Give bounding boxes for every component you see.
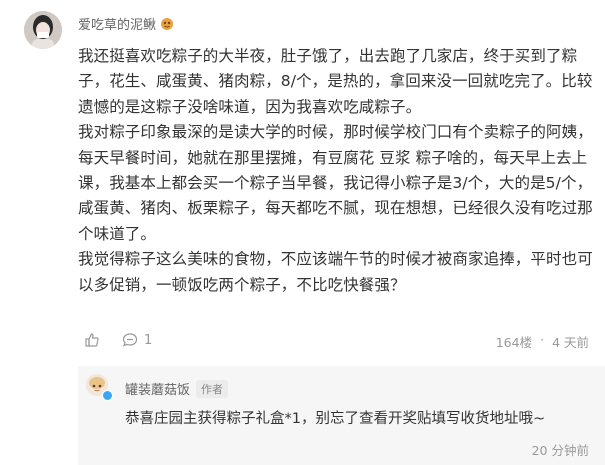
reply-count: 1 [144, 332, 153, 348]
reply-user-row: 罐装蘑菇饭 作者 [125, 379, 229, 398]
like-button[interactable] [84, 332, 100, 348]
comment-actions: 1 [84, 332, 152, 348]
user-badge-icon [161, 17, 174, 30]
reply-username[interactable]: 罐装蘑菇饭 [125, 379, 190, 398]
reply-text: 恭喜庄园主获得粽子礼盒*1，别忘了查看开奖贴填写收货地址哦~ [125, 411, 546, 427]
meta-separator: · [540, 332, 545, 347]
avatar-image [24, 11, 62, 49]
comment-meta: 164楼 · 4 天前 [496, 332, 589, 351]
thumbs-up-icon [85, 333, 99, 347]
verified-badge-icon [102, 390, 113, 401]
comment-paragraph: 我觉得粽子这么美味的食物，不应该端午节的时候才被商家追捧，平时也可以多促销，一顿… [78, 250, 593, 294]
comment-body: 我还挺喜欢吃粽子的大半夜，肚子饿了，出去跑了几家店，终于买到了粽子，花生、咸蛋黄… [78, 44, 598, 298]
commenter-name[interactable]: 爱吃草的泥鳅 [78, 14, 156, 33]
reply-button[interactable]: 1 [122, 332, 152, 348]
comment-icon [122, 333, 138, 347]
comment-time: 4 天前 [552, 335, 589, 350]
commenter-name-row: 爱吃草的泥鳅 [78, 14, 174, 33]
commenter-avatar[interactable] [24, 11, 62, 49]
reply-time: 20 分钟前 [531, 443, 589, 458]
comment-paragraph: 我对粽子印象最深的是读大学的时候，那时候学校门口有个卖粽子的阿姨，每天早餐时间，… [78, 123, 593, 243]
floor-number: 164楼 [495, 335, 533, 350]
comment-paragraph: 我还挺喜欢吃粽子的大半夜，肚子饿了，出去跑了几家店，终于买到了粽子，花生、咸蛋黄… [78, 47, 593, 116]
author-badge: 作者 [196, 379, 229, 398]
